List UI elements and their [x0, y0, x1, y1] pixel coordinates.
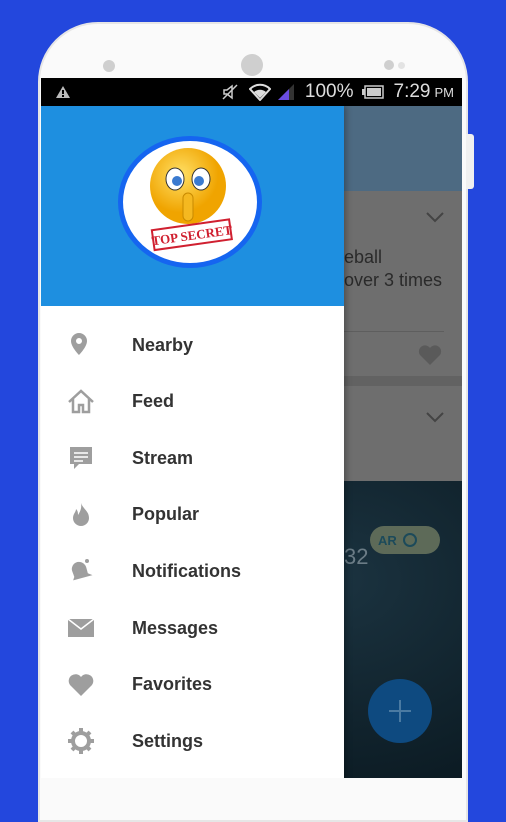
wifi-icon — [248, 83, 271, 101]
sensor-dot — [384, 60, 394, 70]
avatar[interactable]: TOP SECRET — [118, 136, 262, 268]
gear-icon — [61, 724, 101, 758]
home-icon — [61, 385, 101, 419]
menu-item-label: Feed — [132, 391, 175, 412]
warning-icon — [56, 86, 70, 98]
menu-item-label: Favorites — [132, 674, 213, 695]
signal-icon — [277, 84, 294, 100]
chevron-down-icon[interactable] — [426, 211, 444, 223]
status-bar: 100% 7:29 PM — [41, 78, 462, 106]
menu-item-label: Popular — [132, 504, 200, 525]
counter-text: 32 — [344, 544, 369, 569]
navigation-drawer: TOP SECRET Nearby Feed Stream Popular Notifi… — [41, 106, 344, 778]
chat-bubble-icon — [61, 441, 101, 475]
ar-toggle[interactable]: AR — [370, 526, 440, 554]
bell-icon — [61, 554, 101, 588]
sensor-dot — [398, 62, 405, 69]
menu-item-favorites[interactable]: Favorites — [41, 660, 344, 710]
secret-emoji-logo: TOP SECRET — [150, 148, 233, 252]
menu-item-notifications[interactable]: Notifications — [41, 546, 344, 596]
flame-icon — [61, 498, 101, 532]
clock-ampm: PM — [434, 84, 455, 100]
menu-item-stream[interactable]: Stream — [41, 433, 344, 483]
front-camera — [241, 54, 263, 76]
battery-percent: 100% — [304, 81, 354, 102]
screen: eball over 3 times 32 AR 100% 7:29 PM TO… — [41, 78, 462, 778]
map-pin-icon — [61, 328, 101, 362]
battery-icon — [361, 85, 384, 99]
plus-icon — [389, 700, 411, 722]
side-button — [466, 134, 474, 189]
clock-time: 7:29 — [393, 81, 431, 102]
toggle-knob — [402, 533, 417, 547]
menu-item-label: Stream — [132, 447, 194, 468]
drawer-header: TOP SECRET — [41, 106, 344, 306]
menu-item-nearby[interactable]: Nearby — [41, 320, 344, 370]
menu-item-label: Settings — [132, 730, 204, 751]
sensor-dot — [103, 60, 115, 72]
menu-item-label: Notifications — [132, 560, 242, 581]
add-fab-button[interactable] — [368, 679, 432, 743]
ar-label: AR — [378, 532, 397, 548]
menu-item-settings[interactable]: Settings — [41, 716, 344, 766]
like-heart-icon[interactable] — [418, 344, 442, 366]
post-text-line: over 3 times — [344, 270, 443, 290]
post-text-line: eball — [344, 247, 383, 267]
chevron-down-icon[interactable] — [426, 411, 444, 423]
menu-item-messages[interactable]: Messages — [41, 603, 344, 653]
menu-item-label: Messages — [132, 617, 219, 638]
heart-icon — [61, 668, 101, 702]
menu-item-label: Nearby — [132, 334, 194, 355]
menu-item-feed[interactable]: Feed — [41, 377, 344, 427]
envelope-icon — [61, 611, 101, 645]
menu-item-popular[interactable]: Popular — [41, 490, 344, 540]
mute-icon — [222, 84, 238, 100]
